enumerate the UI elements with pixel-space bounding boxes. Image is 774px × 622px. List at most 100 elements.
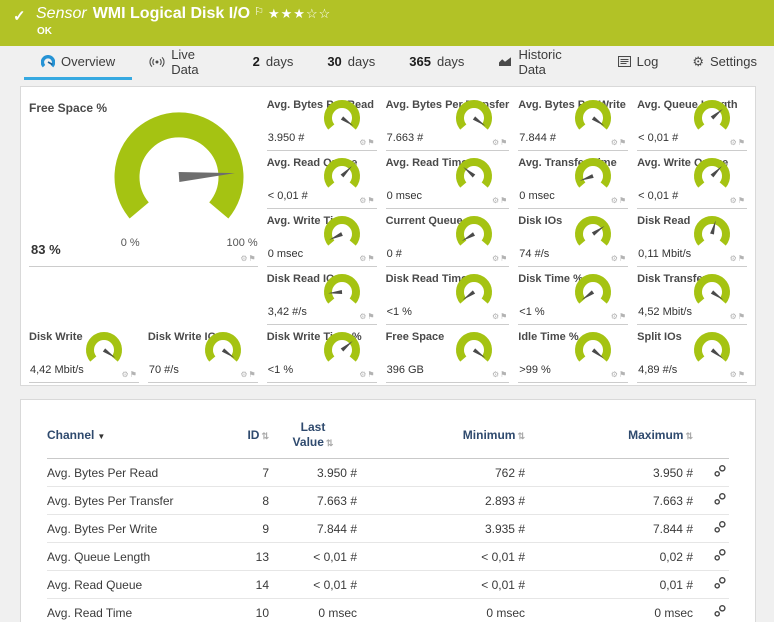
pin-icon[interactable]: ⚑ — [367, 370, 375, 379]
gauge-dial — [571, 271, 615, 315]
gear-icon[interactable]: ⚙ — [492, 370, 500, 379]
tab-30-days[interactable]: 30 days — [310, 46, 392, 80]
pin-icon[interactable]: ⚑ — [738, 196, 746, 205]
gear-icon[interactable]: ⚙ — [492, 312, 500, 321]
channel-minimum: 3.935 # — [357, 522, 525, 536]
pin-icon[interactable]: ⚑ — [619, 196, 627, 205]
pin-icon[interactable]: ⚑ — [500, 370, 508, 379]
column-header-id[interactable]: ID⇅ — [217, 428, 269, 443]
gear-icon[interactable]: ⚙ — [240, 370, 248, 379]
tab-2-days[interactable]: 2 days — [236, 46, 311, 80]
channel-settings-icon[interactable] — [713, 464, 727, 481]
gauge-value: <1 % — [387, 306, 412, 318]
channel-name: Avg. Read Time — [47, 606, 217, 620]
pin-icon[interactable]: ⚑ — [500, 138, 508, 147]
gear-icon[interactable]: ⚙ — [611, 370, 619, 379]
channel-settings-icon[interactable] — [713, 492, 727, 509]
channel-settings-icon[interactable] — [713, 576, 727, 593]
tab-365-days[interactable]: 365 days — [392, 46, 481, 80]
gauge-disk-write-time-percent: Disk Write Time % <1 % ⚙⚑ — [267, 325, 377, 383]
gear-icon[interactable]: ⚙ — [492, 138, 500, 147]
flag-icon[interactable]: ⚐ — [254, 6, 264, 18]
tab-overview[interactable]: Overview — [24, 46, 132, 80]
pin-icon[interactable]: ⚑ — [619, 138, 627, 147]
gauge-dial — [452, 155, 496, 199]
pin-icon[interactable]: ⚑ — [619, 254, 627, 263]
pin-icon[interactable]: ⚑ — [500, 312, 508, 321]
pin-icon[interactable]: ⚑ — [367, 254, 375, 263]
gauge-dial — [571, 97, 615, 141]
gear-icon[interactable]: ⚙ — [611, 254, 619, 263]
gear-icon: ⚙ — [692, 55, 704, 68]
channel-table-body: Avg. Bytes Per Read 7 3.950 # 762 # 3.95… — [47, 459, 729, 622]
pin-icon[interactable]: ⚑ — [130, 370, 138, 379]
gauge-value: <1 % — [519, 306, 544, 318]
tab-bar: Overview Live Data 2 days 30 days 365 da… — [0, 46, 774, 80]
gear-icon[interactable]: ⚙ — [730, 254, 738, 263]
gear-icon[interactable]: ⚙ — [730, 312, 738, 321]
gauge-value: 7.844 # — [519, 132, 556, 144]
gauge-avg-read-time: Avg. Read Time 0 msec ⚙⚑ — [386, 151, 510, 209]
pin-icon[interactable]: ⚑ — [738, 312, 746, 321]
gauge-value: 4,52 Mbit/s — [638, 306, 692, 318]
column-header-maximum[interactable]: Maximum⇅ — [525, 428, 693, 443]
tab-label: days — [348, 54, 375, 69]
pin-icon[interactable]: ⚑ — [738, 370, 746, 379]
channel-settings-icon[interactable] — [713, 548, 727, 565]
pin-icon[interactable]: ⚑ — [738, 254, 746, 263]
tab-number: 30 — [327, 54, 341, 69]
gauge-dial — [320, 213, 364, 257]
pin-icon[interactable]: ⚑ — [367, 196, 375, 205]
gear-icon[interactable]: ⚙ — [492, 196, 500, 205]
gear-icon[interactable]: ⚙ — [730, 196, 738, 205]
gear-icon[interactable]: ⚙ — [611, 312, 619, 321]
table-row: Avg. Bytes Per Write 9 7.844 # 3.935 # 7… — [47, 515, 729, 543]
gauges-panel: Free Space % 0 % 100 % 83 % ⚙⚑ Avg. Byte… — [20, 86, 756, 386]
pin-icon[interactable]: ⚑ — [367, 138, 375, 147]
sort-icon: ⇅ — [326, 438, 334, 448]
pin-icon[interactable]: ⚑ — [367, 312, 375, 321]
pin-icon[interactable]: ⚑ — [249, 370, 257, 379]
gear-icon[interactable]: ⚙ — [730, 138, 738, 147]
tab-settings[interactable]: ⚙ Settings — [675, 46, 774, 80]
gauge-dial — [320, 329, 364, 373]
tab-number: 2 — [253, 54, 260, 69]
gear-icon[interactable]: ⚙ — [240, 254, 248, 263]
gear-icon[interactable]: ⚙ — [122, 370, 130, 379]
channel-id: 9 — [217, 522, 269, 536]
gauge-scale-max: 100 % — [227, 237, 258, 249]
gauge-disk-time-percent: Disk Time % <1 % ⚙⚑ — [518, 267, 628, 325]
gauge-avg-bytes-per-transfer: Avg. Bytes Per Transfer 7.663 # ⚙⚑ — [386, 93, 510, 151]
pin-icon[interactable]: ⚑ — [500, 254, 508, 263]
gauge-value: 0,11 Mbit/s — [638, 248, 691, 260]
tab-log[interactable]: Log — [601, 46, 676, 80]
gauge-value: 74 #/s — [519, 248, 549, 260]
pin-icon[interactable]: ⚑ — [738, 138, 746, 147]
gear-icon[interactable]: ⚙ — [611, 196, 619, 205]
pin-icon[interactable]: ⚑ — [619, 312, 627, 321]
broadcast-icon — [149, 56, 165, 68]
gear-icon[interactable]: ⚙ — [730, 370, 738, 379]
sort-desc-icon: ▼ — [97, 432, 105, 441]
channel-settings-icon[interactable] — [713, 520, 727, 537]
tab-label: days — [437, 54, 464, 69]
gear-icon[interactable]: ⚙ — [611, 138, 619, 147]
gauge-value: < 0,01 # — [268, 190, 308, 202]
column-header-last-value[interactable]: LastValue⇅ — [269, 420, 357, 450]
gear-icon[interactable]: ⚙ — [492, 254, 500, 263]
gauge-avg-read-queue: Avg. Read Queue < 0,01 # ⚙⚑ — [267, 151, 377, 209]
channel-maximum: 3.950 # — [525, 466, 693, 480]
gauge-value: 0 msec — [387, 190, 422, 202]
channel-settings-icon[interactable] — [713, 604, 727, 621]
pin-icon[interactable]: ⚑ — [619, 370, 627, 379]
pin-icon[interactable]: ⚑ — [249, 254, 257, 263]
column-header-minimum[interactable]: Minimum⇅ — [357, 428, 525, 443]
tab-historic-data[interactable]: Historic Data — [481, 46, 600, 80]
table-row: Avg. Bytes Per Read 7 3.950 # 762 # 3.95… — [47, 459, 729, 487]
priority-stars[interactable]: ★★★☆☆ — [268, 6, 331, 22]
column-header-channel[interactable]: Channel▼ — [47, 428, 217, 443]
pin-icon[interactable]: ⚑ — [500, 196, 508, 205]
gauge-disk-write: Disk Write 4,42 Mbit/s ⚙⚑ — [29, 325, 139, 383]
sort-icon: ⇅ — [261, 431, 269, 441]
tab-live-data[interactable]: Live Data — [132, 46, 235, 80]
